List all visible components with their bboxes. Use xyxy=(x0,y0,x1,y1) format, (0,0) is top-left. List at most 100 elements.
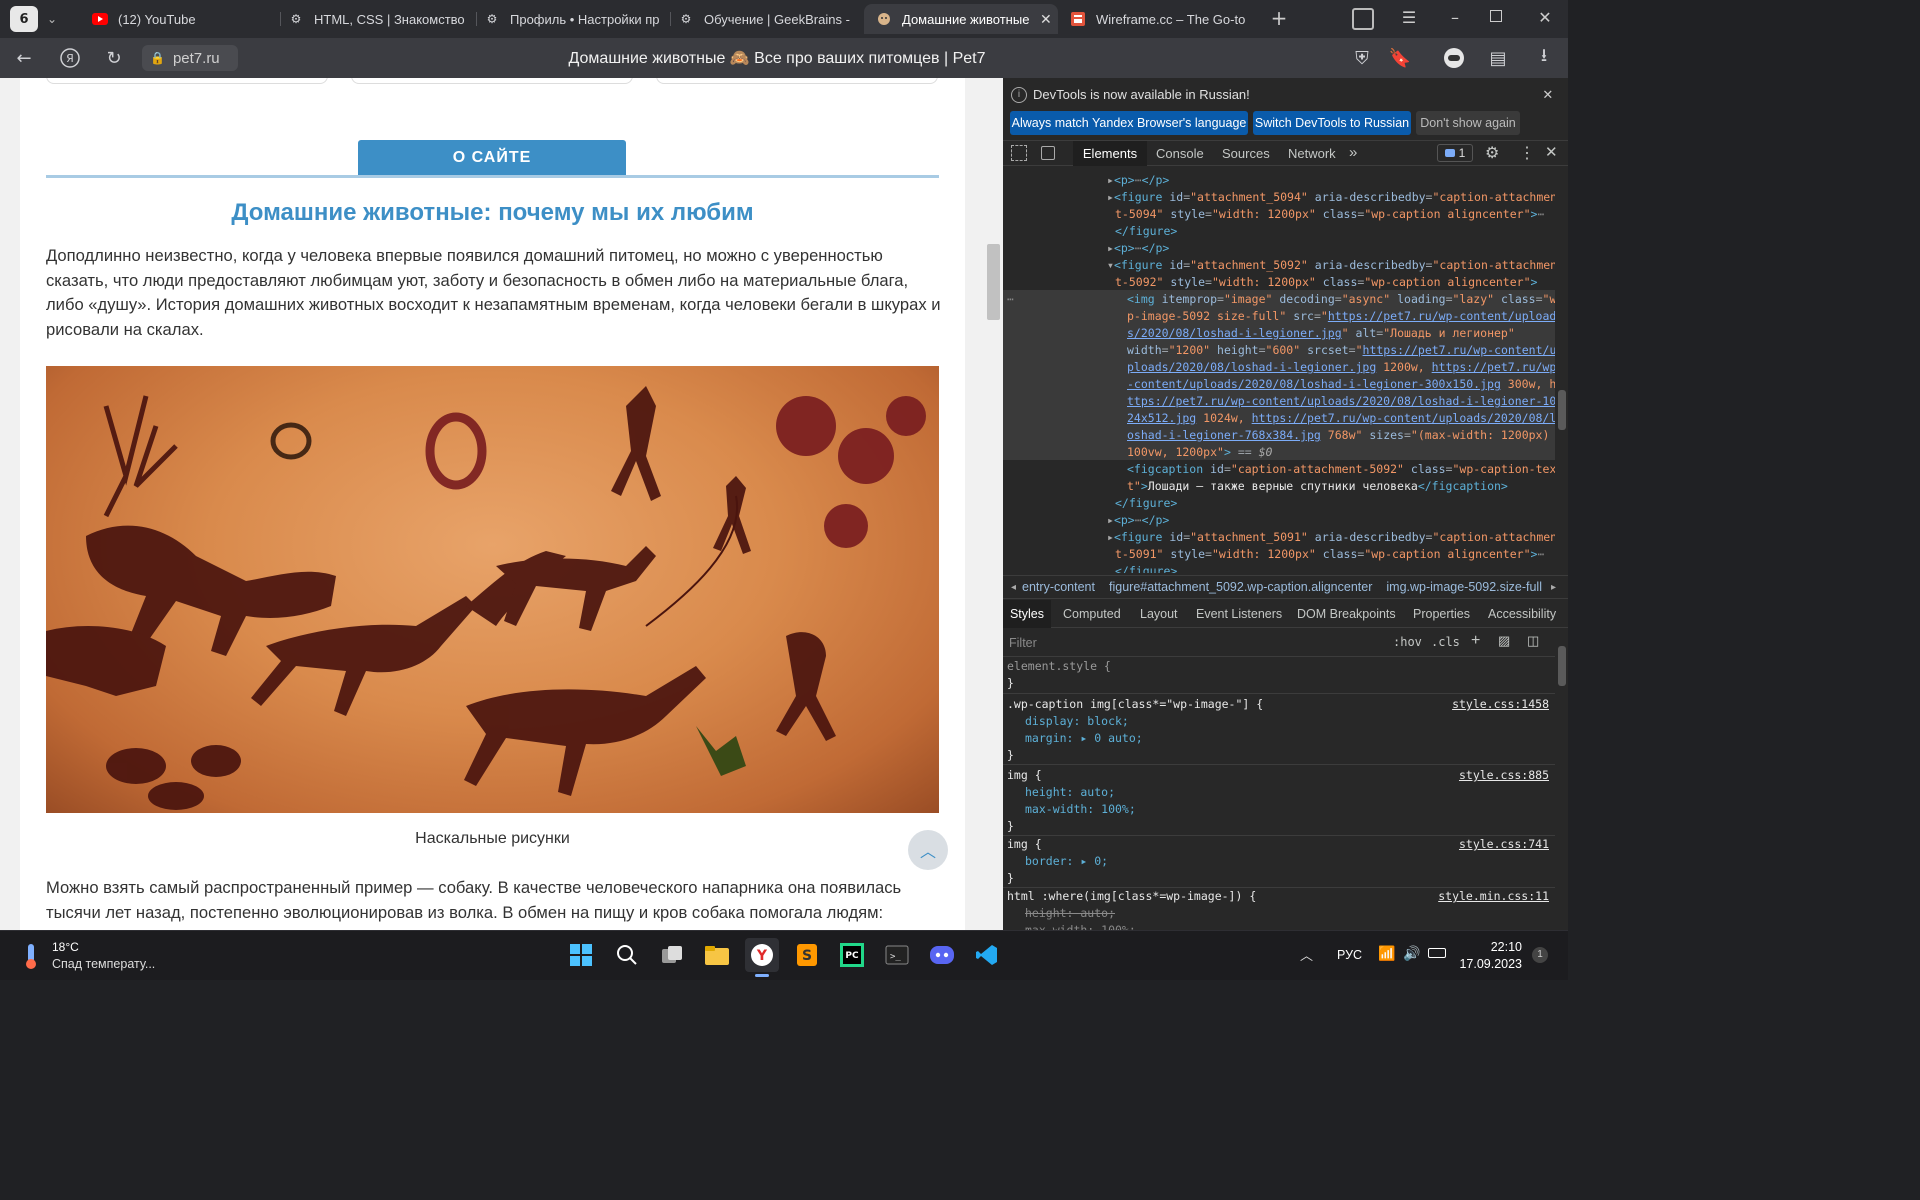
volume-icon[interactable]: 🔊 xyxy=(1403,946,1420,962)
tab-properties[interactable]: Properties xyxy=(1413,607,1470,621)
tab-title: HTML, CSS | Знакомство xyxy=(314,11,465,27)
kebab-menu-icon[interactable]: ⋮ xyxy=(1519,143,1535,163)
dom-scroll-thumb[interactable] xyxy=(1558,390,1566,430)
page-scrollbar[interactable] xyxy=(985,78,1003,930)
rule-prop: margin: ▸ 0 auto; xyxy=(1025,731,1143,745)
weather-temperature[interactable]: 18°C xyxy=(52,940,79,954)
file-explorer-icon[interactable] xyxy=(700,938,734,972)
paint-icon[interactable]: ▨ xyxy=(1498,633,1510,649)
tab-dom-breakpoints[interactable]: DOM Breakpoints xyxy=(1297,607,1396,621)
tab-accessibility[interactable]: Accessibility xyxy=(1488,607,1556,621)
sidepanel-icon[interactable]: ▤ xyxy=(1486,46,1510,70)
tab-console[interactable]: Console xyxy=(1156,146,1204,161)
tab-computed[interactable]: Computed xyxy=(1063,607,1121,621)
yandex-browser-icon[interactable]: Y xyxy=(745,938,779,972)
rule-prop: height: auto; xyxy=(1025,785,1116,799)
notification-badge[interactable]: 1 xyxy=(1532,947,1548,963)
collections-icon[interactable] xyxy=(1352,8,1374,30)
task-view-icon[interactable] xyxy=(655,938,689,972)
sublime-text-icon[interactable]: S xyxy=(790,938,824,972)
discord-icon[interactable] xyxy=(925,938,959,972)
alice-icon[interactable] xyxy=(1442,46,1466,70)
breadcrumb-item[interactable]: entry-content xyxy=(1022,580,1095,594)
bookmark-icon[interactable]: 🔖 xyxy=(1388,46,1412,70)
wifi-icon[interactable]: 📶 xyxy=(1378,946,1395,962)
rule-element-style[interactable]: element.style { } xyxy=(1007,658,1552,692)
styles-scroll-thumb[interactable] xyxy=(1558,646,1566,686)
new-tab-icon[interactable]: + xyxy=(1266,6,1292,30)
rule-source-link[interactable]: style.css:741 xyxy=(1423,836,1549,853)
tab-event-listeners[interactable]: Event Listeners xyxy=(1196,607,1282,621)
vscode-icon[interactable] xyxy=(970,938,1004,972)
cls-toggle[interactable]: .cls xyxy=(1431,635,1460,649)
tab-profile[interactable]: ⚙ Профиль • Настройки пр xyxy=(484,4,660,34)
wireframe-icon xyxy=(1070,11,1086,27)
clock-time[interactable]: 22:10 xyxy=(1460,940,1522,954)
search-icon[interactable] xyxy=(610,938,644,972)
rule-source-link[interactable]: style.min.css:11 xyxy=(1403,888,1549,905)
close-tab-icon[interactable]: ✕ xyxy=(1040,11,1052,28)
devtools-info-text: DevTools is now available in Russian! xyxy=(1033,87,1250,102)
tab-geekbrains[interactable]: ⚙ Обучение | GeekBrains - xyxy=(678,4,856,34)
rule-source-link[interactable]: style.css:1458 xyxy=(1423,696,1549,713)
menu-icon[interactable]: ☰ xyxy=(1398,8,1420,30)
page-scrollbar-thumb[interactable] xyxy=(987,244,1000,320)
yandex-icon[interactable]: Я xyxy=(58,46,82,70)
switch-devtools-button[interactable]: Switch DevTools to Russian xyxy=(1253,111,1411,135)
tab-elements[interactable]: Elements xyxy=(1073,141,1147,166)
show-hidden-icons[interactable]: ︿ xyxy=(1300,945,1313,964)
hov-toggle[interactable]: :hov xyxy=(1393,635,1422,649)
toggle-sidebar-icon[interactable]: ◫ xyxy=(1527,633,1539,649)
terminal-icon[interactable]: >_ xyxy=(880,938,914,972)
tab-pet7[interactable]: Домашние животные ✕ xyxy=(864,4,1058,34)
breadcrumb-right-arrow-icon[interactable]: ▸ xyxy=(1551,582,1556,593)
tab-sources[interactable]: Sources xyxy=(1222,146,1270,161)
maximize-icon[interactable] xyxy=(1490,10,1502,22)
download-icon[interactable]: ⭳ xyxy=(1532,45,1556,70)
device-toolbar-icon[interactable] xyxy=(1041,146,1055,160)
input-language[interactable]: РУС xyxy=(1337,948,1362,962)
styles-scrollbar[interactable] xyxy=(1555,634,1568,930)
tab-youtube[interactable]: (12) YouTube xyxy=(92,4,272,34)
pycharm-icon[interactable]: PC xyxy=(835,938,869,972)
scroll-to-top-button[interactable]: ︿ xyxy=(908,830,948,870)
reload-icon[interactable]: ↻ xyxy=(102,46,126,70)
windows-start-icon[interactable] xyxy=(564,938,598,972)
issues-count: 1 xyxy=(1458,146,1466,160)
add-rule-icon[interactable]: + xyxy=(1471,632,1480,650)
dont-show-button[interactable]: Don't show again xyxy=(1416,111,1520,135)
tab-html-css[interactable]: ⚙ HTML, CSS | Знакомство xyxy=(288,4,468,34)
minimize-icon[interactable]: – xyxy=(1444,8,1466,30)
match-language-button[interactable]: Always match Yandex Browser's language xyxy=(1010,111,1248,135)
breadcrumb-item[interactable]: figure#attachment_5092.wp-caption.alignc… xyxy=(1109,580,1372,594)
protect-icon[interactable]: ⛨ xyxy=(1350,46,1374,70)
tab-network[interactable]: Network xyxy=(1288,146,1336,161)
close-infobar-icon[interactable]: ✕ xyxy=(1543,84,1553,103)
openai-icon: ⚙ xyxy=(290,12,302,26)
settings-gear-icon[interactable]: ⚙ xyxy=(1485,143,1499,163)
breadcrumb-left-arrow-icon[interactable]: ◂ xyxy=(1011,582,1016,593)
rule-prop: display: block; xyxy=(1025,714,1129,728)
tab-list-dropdown-icon[interactable]: ⌄ xyxy=(40,8,64,30)
more-tabs-icon[interactable]: » xyxy=(1349,144,1357,161)
tab-title: Профиль • Настройки пр xyxy=(510,11,660,27)
tab-styles[interactable]: Styles xyxy=(1003,600,1051,628)
close-window-icon[interactable]: ✕ xyxy=(1534,8,1556,30)
weather-icon[interactable] xyxy=(22,942,40,970)
rule-source-link[interactable]: style.css:885 xyxy=(1423,767,1549,784)
breadcrumb-item-selected[interactable]: img.wp-image-5092.size-full xyxy=(1386,580,1542,594)
back-icon[interactable]: ← xyxy=(12,46,36,70)
tab-layout[interactable]: Layout xyxy=(1140,607,1178,621)
issues-badge[interactable]: 1 xyxy=(1437,144,1473,162)
tab-counter[interactable]: 6 xyxy=(10,6,38,32)
dom-tree-scrollbar[interactable] xyxy=(1555,168,1568,573)
address-field[interactable]: 🔒 pet7.ru xyxy=(142,45,238,71)
weather-text[interactable]: Спад температу... xyxy=(52,957,155,971)
battery-icon[interactable] xyxy=(1428,948,1446,958)
clock-date[interactable]: 17.09.2023 xyxy=(1454,957,1522,971)
tab-wireframe[interactable]: Wireframe.cc – The Go-to xyxy=(1070,4,1250,34)
styles-filter-input[interactable]: Filter xyxy=(1009,634,1379,652)
dom-tree[interactable]: ▸<p>⋯</p> ▸<figure id="attachment_5094" … xyxy=(1003,168,1555,573)
inspect-element-icon[interactable] xyxy=(1011,145,1027,161)
close-devtools-icon[interactable]: ✕ xyxy=(1545,143,1558,161)
